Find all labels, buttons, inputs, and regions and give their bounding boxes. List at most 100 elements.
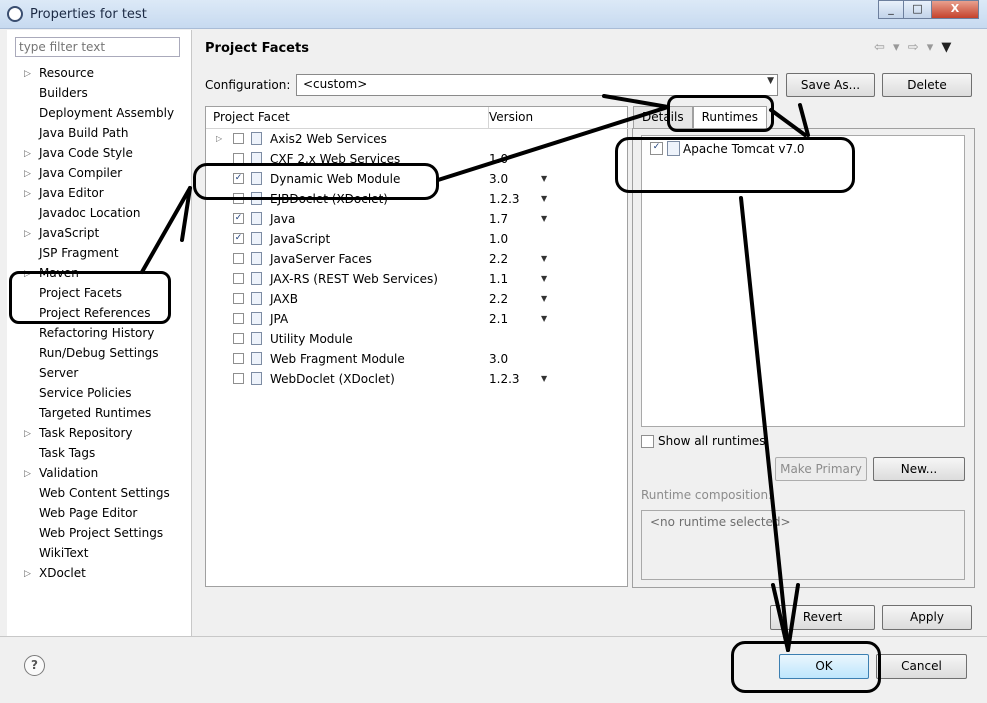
chevron-down-icon[interactable]: ▼: [541, 174, 547, 183]
col-project-facet[interactable]: Project Facet: [206, 107, 489, 129]
facet-version: 1.0: [489, 232, 509, 246]
chevron-down-icon[interactable]: ▼: [541, 214, 547, 223]
table-row[interactable]: JAX-RS (REST Web Services) 1.1 ▼: [206, 270, 627, 290]
facet-checkbox[interactable]: [233, 273, 244, 284]
annotation-circle-project-facets: [9, 271, 171, 324]
table-row[interactable]: JPA 2.1 ▼: [206, 310, 627, 330]
cancel-button[interactable]: Cancel: [876, 654, 967, 679]
category-item[interactable]: Web Page Editor: [39, 506, 137, 520]
category-item[interactable]: Java Code Style: [39, 146, 133, 160]
category-item[interactable]: Validation: [39, 466, 98, 480]
maximize-button[interactable]: □: [903, 0, 932, 19]
facet-checkbox[interactable]: [233, 313, 244, 324]
table-row[interactable]: Utility Module: [206, 330, 627, 350]
expand-arrow-icon[interactable]: ▷: [216, 134, 222, 143]
facet-version: 3.0: [489, 172, 509, 186]
table-row[interactable]: ✓ JavaScript 1.0: [206, 230, 627, 250]
make-primary-button[interactable]: Make Primary: [775, 457, 867, 481]
category-item[interactable]: Targeted Runtimes: [39, 406, 151, 420]
facet-version: 2.2: [489, 252, 509, 266]
category-item[interactable]: Task Repository: [39, 426, 133, 440]
facet-name: JAX-RS (REST Web Services): [270, 272, 438, 286]
category-item[interactable]: Java Compiler: [39, 166, 122, 180]
expand-arrow-icon[interactable]: ▷: [24, 69, 31, 79]
table-row[interactable]: ✓ Java 1.7 ▼: [206, 210, 627, 230]
table-row[interactable]: Web Fragment Module 3.0: [206, 350, 627, 370]
forward-arrow-icon[interactable]: ⇨ ▾: [908, 40, 936, 55]
category-item[interactable]: Java Build Path: [39, 126, 128, 140]
minimize-button[interactable]: _: [878, 0, 904, 19]
category-item[interactable]: JSP Fragment: [39, 246, 119, 260]
facet-checkbox[interactable]: [233, 373, 244, 384]
category-item[interactable]: Run/Debug Settings: [39, 346, 159, 360]
chevron-down-icon[interactable]: ▼: [541, 274, 547, 283]
back-arrow-icon[interactable]: ⇦ ▾: [874, 40, 902, 55]
view-menu-icon[interactable]: ▼: [941, 40, 953, 55]
facet-checkbox[interactable]: [233, 253, 244, 264]
expand-arrow-icon[interactable]: ▷: [24, 189, 31, 199]
facet-icon: [251, 132, 262, 145]
facet-checkbox[interactable]: [233, 333, 244, 344]
table-row[interactable]: JAXB 2.2 ▼: [206, 290, 627, 310]
close-button[interactable]: X: [931, 0, 979, 19]
facet-version: 3.0: [489, 352, 509, 366]
facet-name: JavaScript: [270, 232, 331, 246]
category-item[interactable]: Java Editor: [39, 186, 104, 200]
facet-version: 1.1: [489, 272, 509, 286]
chevron-down-icon[interactable]: ▼: [541, 314, 547, 323]
show-all-checkbox[interactable]: [641, 434, 654, 448]
category-item[interactable]: JavaScript: [39, 226, 99, 240]
configuration-select[interactable]: <custom> ▼: [296, 74, 778, 96]
expand-arrow-icon[interactable]: ▷: [24, 429, 31, 439]
category-item[interactable]: WikiText: [39, 546, 89, 560]
new-runtime-button[interactable]: New...: [873, 457, 965, 481]
chevron-down-icon[interactable]: ▼: [541, 254, 547, 263]
facet-checkbox[interactable]: ✓: [233, 233, 244, 244]
category-item[interactable]: Deployment Assembly: [39, 106, 174, 120]
category-item[interactable]: Web Project Settings: [39, 526, 163, 540]
eclipse-icon: [7, 6, 23, 22]
table-row[interactable]: WebDoclet (XDoclet) 1.2.3 ▼: [206, 370, 627, 390]
expand-arrow-icon[interactable]: ▷: [24, 169, 31, 179]
expand-arrow-icon[interactable]: ▷: [24, 469, 31, 479]
category-item[interactable]: Task Tags: [39, 446, 95, 460]
facet-checkbox[interactable]: [233, 133, 244, 144]
apply-button[interactable]: Apply: [882, 605, 972, 630]
category-item[interactable]: Refactoring History: [39, 326, 154, 340]
category-item[interactable]: Resource: [39, 66, 94, 80]
help-icon[interactable]: ?: [24, 655, 45, 676]
filter-input[interactable]: [15, 37, 180, 57]
category-item[interactable]: Javadoc Location: [39, 206, 140, 220]
category-item[interactable]: Builders: [39, 86, 88, 100]
revert-button[interactable]: Revert: [770, 605, 875, 630]
footer-separator: [0, 636, 987, 637]
facet-checkbox[interactable]: [233, 353, 244, 364]
table-row[interactable]: JavaServer Faces 2.2 ▼: [206, 250, 627, 270]
facet-name: WebDoclet (XDoclet): [270, 372, 395, 386]
delete-button[interactable]: Delete: [882, 73, 972, 97]
annotation-circle-dynamic-web-module: [193, 163, 439, 200]
expand-arrow-icon[interactable]: ▷: [24, 149, 31, 159]
expand-arrow-icon[interactable]: ▷: [24, 569, 31, 579]
facet-version: 1.0: [489, 152, 509, 166]
table-row[interactable]: ▷ Axis2 Web Services: [206, 130, 627, 150]
chevron-down-icon[interactable]: ▼: [541, 374, 547, 383]
category-item[interactable]: Service Policies: [39, 386, 132, 400]
category-item[interactable]: Server: [39, 366, 78, 380]
chevron-down-icon[interactable]: ▼: [541, 294, 547, 303]
annotation-circle-runtimes-tab: [667, 95, 774, 132]
facet-checkbox[interactable]: ✓: [233, 213, 244, 224]
chevron-down-icon[interactable]: ▼: [541, 194, 547, 203]
col-version[interactable]: Version: [482, 107, 634, 129]
facet-version: 1.7: [489, 212, 509, 226]
annotation-circle-tomcat: [615, 137, 855, 193]
expand-arrow-icon[interactable]: ▷: [24, 229, 31, 239]
category-item[interactable]: XDoclet: [39, 566, 86, 580]
save-as-button[interactable]: Save As...: [786, 73, 875, 97]
facet-icon: [251, 332, 262, 345]
facet-checkbox[interactable]: [233, 293, 244, 304]
facet-icon: [251, 352, 262, 365]
category-item[interactable]: Web Content Settings: [39, 486, 170, 500]
facet-version: 2.2: [489, 292, 509, 306]
show-all-runtimes[interactable]: Show all runtimes: [641, 434, 766, 448]
